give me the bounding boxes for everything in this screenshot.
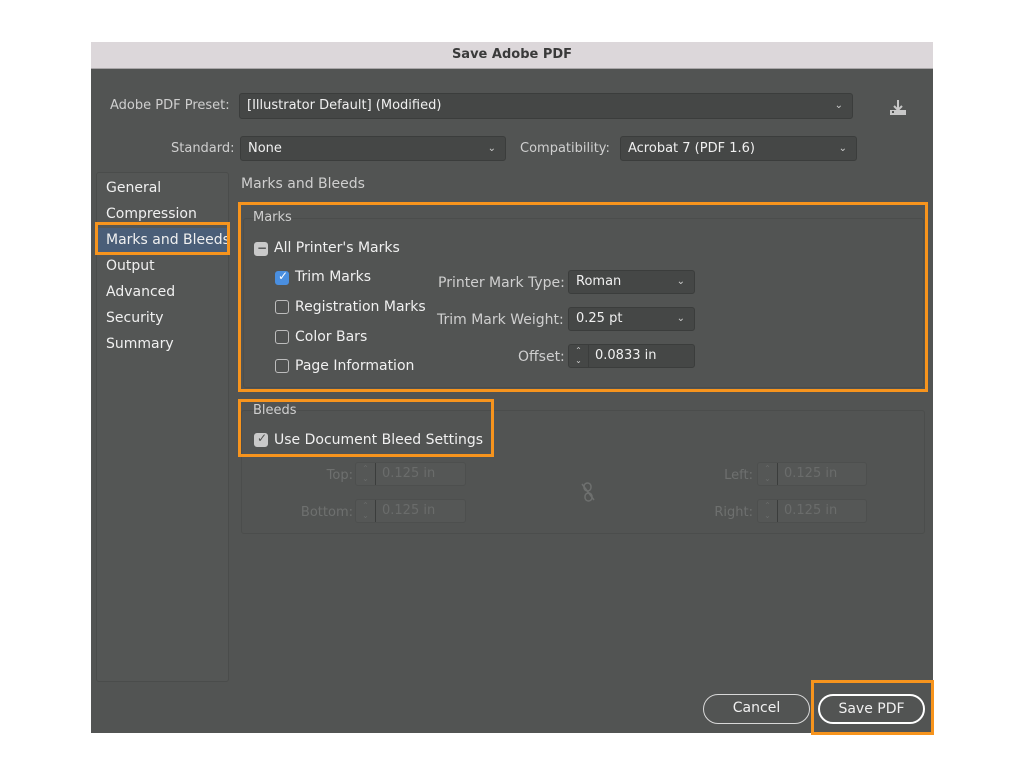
highlight-marks	[238, 202, 928, 392]
preset-value: [Illustrator Default] (Modified)	[247, 98, 442, 113]
bleed-left-label: Left:	[724, 468, 753, 483]
sidebar-item-advanced[interactable]: Advanced	[97, 280, 230, 304]
standard-select[interactable]: None ⌄	[240, 136, 506, 161]
highlight-bleeds	[238, 399, 494, 457]
bleed-bottom-stepper: ⌃ ⌄ 0.125 in	[355, 499, 466, 523]
standard-label: Standard:	[171, 141, 235, 156]
bleed-bottom-label: Bottom:	[300, 505, 353, 520]
sidebar-item-security[interactable]: Security	[97, 306, 230, 330]
preset-select[interactable]: [Illustrator Default] (Modified) ⌄	[239, 93, 853, 119]
sidebar-item-summary[interactable]: Summary	[97, 332, 230, 356]
bleed-right-label: Right:	[714, 505, 753, 520]
stepper-arrows-icon: ⌃ ⌄	[356, 500, 376, 522]
standard-value: None	[248, 141, 282, 156]
chevron-down-icon: ⌄	[487, 143, 496, 154]
save-adobe-pdf-dialog: Save Adobe PDF Adobe PDF Preset: [Illust…	[91, 42, 934, 735]
cancel-button[interactable]: Cancel	[703, 694, 810, 724]
bleed-right-stepper: ⌃ ⌄ 0.125 in	[757, 499, 867, 523]
save-preset-icon[interactable]	[888, 99, 908, 117]
chevron-down-icon: ⌄	[838, 143, 847, 154]
stepper-arrows-icon: ⌃ ⌄	[758, 463, 778, 485]
sidebar-item-output[interactable]: Output	[97, 254, 230, 278]
bleed-left-value: 0.125 in	[784, 466, 838, 481]
chevron-down-icon: ⌄	[834, 100, 843, 111]
bleed-top-value: 0.125 in	[382, 466, 436, 481]
highlight-sidebar	[95, 222, 230, 255]
bleed-top-label: Top:	[326, 468, 353, 483]
compatibility-value: Acrobat 7 (PDF 1.6)	[628, 141, 755, 156]
bleed-top-stepper: ⌃ ⌄ 0.125 in	[355, 462, 466, 486]
highlight-save	[811, 680, 934, 735]
compatibility-label: Compatibility:	[520, 141, 610, 156]
compatibility-select[interactable]: Acrobat 7 (PDF 1.6) ⌄	[620, 136, 857, 161]
sidebar-item-general[interactable]: General	[97, 176, 230, 200]
preset-label: Adobe PDF Preset:	[110, 98, 230, 113]
link-icon	[580, 482, 596, 502]
stepper-arrows-icon: ⌃ ⌄	[758, 500, 778, 522]
dialog-title: Save Adobe PDF	[91, 42, 933, 69]
bleed-bottom-value: 0.125 in	[382, 503, 436, 518]
stepper-arrows-icon: ⌃ ⌄	[356, 463, 376, 485]
bleed-right-value: 0.125 in	[784, 503, 838, 518]
bleed-left-stepper: ⌃ ⌄ 0.125 in	[757, 462, 867, 486]
panel-title: Marks and Bleeds	[241, 176, 365, 192]
